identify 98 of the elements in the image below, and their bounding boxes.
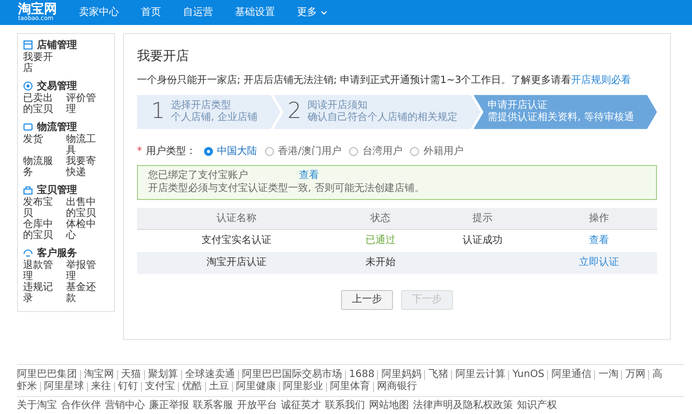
footer-link[interactable]: 全球速卖通 — [181, 370, 238, 380]
footer-link[interactable]: 万网 — [621, 370, 648, 380]
footer-link[interactable]: 阿里巴巴国际交易市场 — [238, 370, 345, 380]
table-cell: 认证成功 — [424, 230, 541, 252]
footer-link[interactable]: 廉正举报 — [149, 399, 189, 412]
footer-link[interactable]: 飞猪 — [424, 370, 452, 380]
nav-link[interactable]: 首页 — [141, 5, 161, 20]
notice-text: 您已绑定了支付宝账户 查看 — [148, 168, 320, 182]
footer-link[interactable]: 阿里影业 — [279, 382, 326, 392]
footer-link[interactable]: 土豆 — [205, 382, 232, 392]
step-description: 个人店铺, 企业店铺 — [171, 112, 258, 125]
step-title: 选择开店类型 — [171, 100, 232, 112]
status-cell: 已通过 — [336, 230, 425, 252]
footer-link[interactable]: 天猫 — [117, 370, 144, 380]
footer-link[interactable]: 开放平台 — [237, 399, 277, 412]
footer-link[interactable]: 合作伙伴 — [61, 399, 101, 412]
headset-icon — [23, 248, 33, 258]
sidebar-link[interactable]: 评价管理 — [66, 93, 105, 115]
sidebar-link[interactable]: 体检中心 — [66, 219, 105, 241]
step-description: 确认自己符合个人店铺的相关规定 — [307, 112, 458, 125]
footer-link[interactable]: 联系客服 — [193, 399, 233, 412]
footer-link[interactable]: 高 — [648, 370, 666, 380]
column-header: 认证名称 — [137, 208, 336, 230]
nav-link[interactable]: 基础设置 — [235, 5, 275, 20]
group-title: 宝贝管理 — [37, 185, 77, 196]
group-title: 交易管理 — [37, 81, 77, 92]
sidebar-link[interactable]: 我要寄快递 — [66, 156, 105, 178]
step-title: 阅读开店须知 — [307, 100, 368, 112]
previous-button[interactable]: 上一步 — [341, 290, 393, 310]
intro-text: 一个身份只能开一家店; 开店后店铺无法注销; 申请到正式开通预计需1~3个工作日。了解更多请看开店规则必看 — [137, 74, 632, 88]
footer-link[interactable]: 阿里健康 — [232, 382, 279, 392]
caret-icon[interactable] — [321, 10, 327, 14]
footer-link[interactable]: 阿里体育 — [326, 382, 373, 392]
footer-link[interactable]: 阿里星球 — [40, 382, 87, 392]
footer-link[interactable]: 支付宝 — [141, 382, 178, 392]
page-title: 我要开店 — [137, 48, 190, 66]
step-description: 需提供认证相关资料, 等待审核通 — [488, 112, 634, 125]
radio-option[interactable]: 香港/澳门用户 — [265, 145, 342, 159]
sidebar-link[interactable]: 物流服务 — [23, 156, 62, 178]
step-number: 2 — [287, 98, 302, 126]
footer-link[interactable]: 来往 — [87, 382, 114, 392]
footer-link[interactable]: 网商银行 — [373, 382, 420, 392]
footer-link[interactable]: 优酷 — [178, 382, 205, 392]
footer-link[interactable]: YunOS — [508, 370, 548, 380]
footer-link[interactable]: 聚划算 — [144, 370, 181, 380]
footer-link[interactable]: 虾米 — [17, 382, 40, 392]
sidebar-link[interactable]: 我要开店 — [23, 52, 62, 74]
table-cell: 淘宝开店认证 — [137, 252, 336, 274]
footer-link[interactable]: 淘宝网 — [80, 370, 117, 380]
action-link[interactable]: 查看 — [588, 235, 609, 246]
sidebar-link[interactable]: 仓库中的宝贝 — [23, 219, 62, 241]
sidebar-link[interactable]: 基金还款 — [66, 282, 105, 304]
footer-link[interactable]: 一淘 — [594, 370, 622, 380]
box-icon — [23, 122, 33, 132]
group-title: 物流管理 — [37, 122, 77, 134]
rules-link[interactable]: 开店规则必看 — [571, 74, 632, 86]
column-header: 提示 — [424, 208, 541, 230]
footer-link[interactable]: 关于淘宝 — [17, 399, 57, 412]
nav-link[interactable]: 更多 — [297, 5, 317, 20]
footer-link[interactable]: 钉钉 — [114, 382, 141, 392]
radio-option[interactable]: 中国大陆 — [204, 145, 257, 159]
footer-link[interactable]: 阿里通信 — [547, 370, 594, 380]
sidebar-link[interactable]: 发货 — [23, 134, 62, 145]
field-label: * 用户类型： — [137, 145, 196, 159]
sidebar-link[interactable]: 物流工具 — [66, 134, 105, 156]
group-title: 店铺管理 — [37, 40, 77, 52]
footer-link[interactable]: 阿里巴巴集团 — [17, 370, 80, 380]
footer-link[interactable]: 阿里云计算 — [451, 370, 508, 380]
footer-link[interactable]: 阿里妈妈 — [377, 370, 424, 380]
section-title: 卖家中心 — [79, 6, 119, 20]
sidebar-link[interactable]: 发布宝贝 — [23, 197, 62, 219]
view-link[interactable]: 查看 — [299, 170, 320, 181]
step-number: 1 — [151, 98, 165, 126]
column-header: 操作 — [540, 208, 657, 230]
sidebar-link[interactable]: 已卖出的宝贝 — [23, 93, 62, 115]
notice-text: 开店类型必须与支付宝认证类型一致, 否则可能无法创建店铺。 — [148, 182, 426, 196]
sidebar-link[interactable]: 违规记录 — [23, 282, 62, 304]
status-cell: 未开始 — [336, 252, 425, 274]
footer-link[interactable]: 1688 — [345, 370, 378, 380]
footer-link[interactable]: 营销中心 — [105, 399, 145, 412]
footer-link[interactable]: 网站地图 — [369, 399, 409, 412]
group-title: 客户服务 — [37, 248, 77, 260]
bag-icon — [23, 184, 33, 194]
radio-option[interactable]: 台湾用户 — [349, 145, 402, 159]
radio-option[interactable]: 外籍用户 — [410, 145, 464, 159]
step-title: 申请开店认证 — [488, 100, 549, 112]
column-header: 状态 — [336, 208, 425, 230]
footer-link[interactable]: 知识产权 — [517, 399, 557, 412]
footer-link[interactable]: 联系我们 — [325, 399, 365, 412]
circle-dot-icon — [23, 80, 33, 90]
sidebar-link[interactable]: 出售中的宝贝 — [66, 197, 105, 219]
footer-link[interactable]: 法律声明及隐私权政策 — [413, 399, 513, 412]
nav-link[interactable]: 自运营 — [183, 5, 213, 20]
sidebar-link[interactable]: 举报管理 — [66, 260, 105, 282]
sidebar-link[interactable]: 退款管理 — [23, 260, 62, 282]
table-cell: 支付宝实名认证 — [137, 230, 336, 252]
list-icon — [23, 40, 33, 50]
footer-link[interactable]: 诚征英才 — [281, 399, 321, 412]
